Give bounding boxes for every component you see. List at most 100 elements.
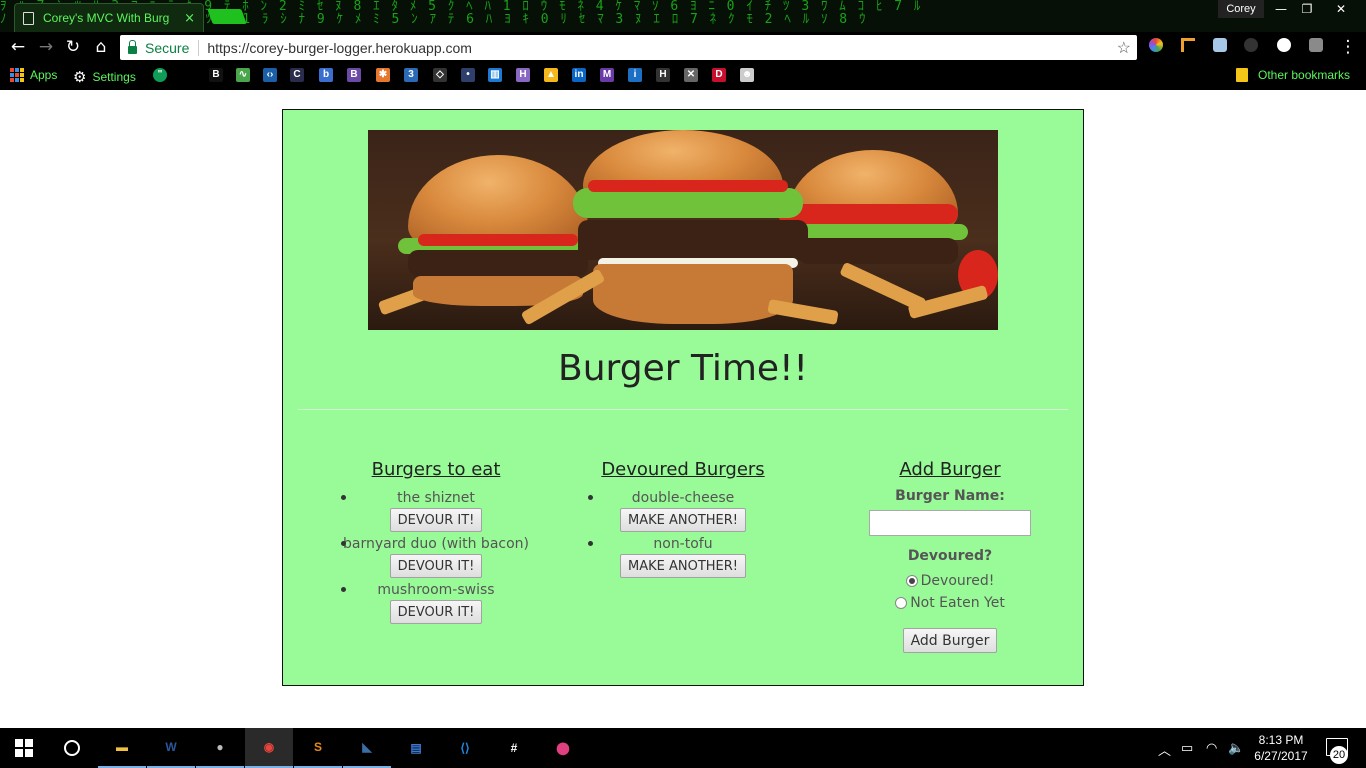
omnibox-separator (198, 39, 200, 56)
bookmark-x-icon: ✕ (684, 68, 698, 82)
bookmark-linkedin-bookmark[interactable]: in (572, 68, 586, 82)
bookmark-diamond-bookmark[interactable]: ◇ (433, 68, 447, 82)
start-button[interactable] (0, 728, 48, 768)
bookmark-trello-bookmark[interactable]: ▥ (488, 68, 502, 82)
bookmark-c-bookmark[interactable]: C (290, 68, 304, 82)
devoured-burgers-list: double-cheese MAKE ANOTHER! non-tofu MAKE A… (550, 488, 816, 580)
burger-name: double-cheese (631, 490, 735, 506)
radio-option-devoured[interactable]: Devoured! (817, 570, 1083, 592)
bookmark-d-bookmark[interactable]: D (712, 68, 726, 82)
wifi-icon[interactable]: ◠ (1206, 740, 1217, 756)
bookmark-settings[interactable]: ⚙ Settings (73, 68, 136, 86)
gear-icon: ⚙ (73, 69, 87, 86)
not-eaten-radio[interactable] (895, 597, 908, 609)
taskbar-word[interactable]: W (147, 728, 195, 768)
bookmark-info-bookmark[interactable]: i (628, 68, 642, 82)
home-icon[interactable]: ⌂ (90, 36, 112, 58)
bookmark-other-folder[interactable]: Other bookmarks (1236, 68, 1350, 82)
add-burger-button[interactable]: Add Burger (902, 628, 998, 653)
color-picker-extension-icon[interactable] (1149, 38, 1163, 52)
bookmark-reddit-bookmark[interactable]: ☻ (740, 68, 754, 82)
bookmark-chart-bookmark[interactable]: ∿ (236, 68, 250, 82)
burger-name-input[interactable] (869, 510, 1031, 536)
settings-extension-icon[interactable] (1244, 38, 1258, 52)
bookmark-firebase-bookmark[interactable]: ▲ (544, 68, 558, 82)
back-icon[interactable]: ← (7, 36, 29, 58)
bookmark-chart-icon: ∿ (236, 68, 250, 82)
bookmark-x-bookmark[interactable]: ✕ (684, 68, 698, 82)
taskbar-slack[interactable]: # (490, 728, 538, 768)
devour-it-button[interactable]: DEVOUR IT! (389, 554, 483, 578)
bookmark-h-icon: H (516, 68, 530, 82)
bookmark-code-bookmark[interactable]: ‹› (263, 68, 277, 82)
radio-option-not-eaten[interactable]: Not Eaten Yet (817, 592, 1083, 614)
circle-extension-icon[interactable] (1277, 38, 1291, 52)
burger-list-item: non-tofu MAKE ANOTHER! (550, 534, 816, 580)
bookmark-star-icon[interactable]: ☆ (1117, 38, 1131, 58)
devoured-radio[interactable] (905, 575, 918, 587)
forward-icon[interactable]: → (35, 36, 57, 58)
devour-it-button[interactable]: DEVOUR IT! (389, 508, 483, 532)
not-eaten-radio-label: Not Eaten Yet (910, 595, 1005, 611)
bookmark-linkedin-icon: in (572, 68, 586, 82)
volume-muted-icon[interactable]: 🔈 (1228, 740, 1244, 756)
react-extension-icon[interactable] (1309, 38, 1323, 52)
taskbar-vscode[interactable]: ⟨⟩ (441, 728, 489, 768)
browser-titlebar: ｦ ﾊ 7 ｼ ﾂ ﾘ 3 ｱ ﾆ ﾗ ｷ 9 ﾃ ﾎ ﾝ 2 ﾐ ｾ ﾇ 8 … (0, 0, 1366, 32)
bookmark-dot-bookmark[interactable]: • (461, 68, 475, 82)
bookmark-asterisk-bookmark[interactable]: ✱ (376, 68, 390, 82)
window-extension-icon[interactable] (1213, 38, 1227, 52)
bookmark-settings-label: Settings (92, 70, 136, 84)
devour-it-button[interactable]: DEVOUR IT! (389, 600, 483, 624)
tray-chevron-icon[interactable]: ︿ (1158, 740, 1171, 759)
windows-logo-icon (15, 739, 33, 757)
bookmarks-bar: Apps ⚙ Settings " B ∿ ‹› Cb B ✱ 3 ◇ • ▥ H ▲ in Mi H ✕ D ☻… (0, 62, 1366, 90)
taskbar-window-app[interactable]: ▤ (392, 728, 440, 768)
bookmark-bing-bookmark[interactable]: b (319, 68, 333, 82)
taskbar-maps-pin[interactable]: ⬤ (539, 728, 587, 768)
make-another-button[interactable]: MAKE ANOTHER! (619, 508, 746, 532)
devoured-radio-label: Devoured! (920, 573, 995, 589)
make-another-button[interactable]: MAKE ANOTHER! (619, 554, 746, 578)
hangouts-icon: " (153, 68, 167, 82)
bookmark-css3-bookmark[interactable]: 3 (404, 68, 418, 82)
burger-name-label: Burger Name: (895, 488, 1005, 504)
new-tab-button[interactable] (207, 9, 247, 24)
close-window-button[interactable]: ✕ (1326, 0, 1356, 18)
taskbar-chrome[interactable]: ◉ (245, 728, 293, 768)
url-text[interactable]: https://corey-burger-logger.herokuapp.co… (207, 40, 1116, 56)
bookmark-code-icon: ‹› (263, 68, 277, 82)
burger-panel: Burger Time!! Burgers to eat the shiznet… (282, 109, 1084, 686)
chrome-menu-icon[interactable]: ⋮ (1337, 36, 1359, 58)
matrix-theme-background: ｦ ﾊ 7 ｼ ﾂ ﾘ 3 ｱ ﾆ ﾗ ｷ 9 ﾃ ﾎ ﾝ 2 ﾐ ｾ ﾇ 8 … (0, 0, 923, 27)
tab-close-icon[interactable]: × (184, 11, 195, 26)
ruler-extension-icon[interactable] (1181, 38, 1195, 52)
bookmark-h2-bookmark[interactable]: H (656, 68, 670, 82)
profile-button[interactable]: Corey (1218, 0, 1264, 18)
restore-button[interactable]: ❐ (1292, 0, 1322, 18)
bookmark-apps[interactable]: Apps (10, 68, 57, 82)
taskbar-file-explorer[interactable]: ▬ (98, 728, 146, 768)
burger-hero-image (368, 130, 998, 330)
chrome-icon: ◉ (263, 740, 275, 754)
taskbar-mysql-workbench[interactable]: ◣ (343, 728, 391, 768)
reload-icon[interactable]: ↻ (62, 36, 84, 58)
browser-tab-active[interactable]: Corey's MVC With Burg × (14, 3, 204, 32)
bookmark-other-label: Other bookmarks (1258, 68, 1351, 82)
bookmark-bootstrap-bookmark[interactable]: B (347, 68, 361, 82)
slack-icon: # (510, 741, 518, 755)
bookmark-bing-icon: b (319, 68, 333, 82)
bookmark-h-bookmark[interactable]: H (516, 68, 530, 82)
mysql-workbench-icon: ◣ (362, 740, 372, 754)
bookmark-hangouts[interactable]: " (153, 68, 167, 82)
bookmark-b-bookmark[interactable]: B (209, 68, 223, 82)
taskbar-sublime[interactable]: S (294, 728, 342, 768)
taskbar-clock[interactable]: 8:13 PM 6/27/2017 (1252, 732, 1310, 764)
bookmark-m-bookmark[interactable]: M (600, 68, 614, 82)
word-icon: W (165, 740, 177, 754)
battery-icon[interactable]: ▭ (1181, 740, 1193, 756)
taskbar-github[interactable]: ● (196, 728, 244, 768)
address-bar[interactable]: Secure https://corey-burger-logger.herok… (120, 35, 1137, 60)
cortana-button[interactable] (48, 728, 96, 768)
cortana-circle-icon (64, 740, 80, 756)
